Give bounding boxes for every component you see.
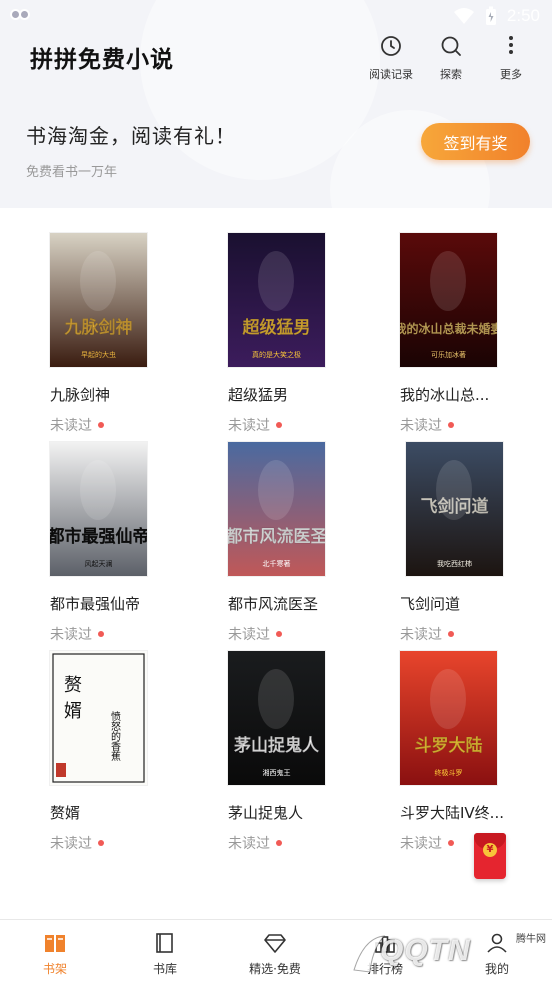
unread-dot-icon — [98, 422, 104, 428]
svg-text:湘西鬼王: 湘西鬼王 — [263, 768, 291, 777]
more-button[interactable]: 更多 — [488, 34, 534, 82]
book-title: 超级猛男 — [228, 386, 289, 404]
svg-text:终极斗罗: 终极斗罗 — [435, 768, 463, 777]
unread-dot-icon — [448, 422, 454, 428]
unread-dot-icon — [98, 840, 104, 846]
book-status-label: 未读过 — [400, 418, 442, 434]
ranking-icon — [375, 936, 395, 953]
reading-history-button[interactable]: 阅读记录 — [368, 34, 414, 82]
tab-bookshelf[interactable]: 书架 — [5, 920, 105, 981]
tab-ranking[interactable]: 排行榜 — [335, 920, 435, 981]
svg-text:真的是大笑之极: 真的是大笑之极 — [252, 350, 301, 359]
book-cover[interactable]: 飞剑问道我吃西红柿 — [406, 442, 503, 576]
bookshelf-icon — [45, 935, 65, 952]
unread-dot-icon — [276, 840, 282, 846]
unread-dot-icon — [276, 631, 282, 637]
status-bar: 2:50 — [0, 0, 552, 32]
book-title: 都市最强仙帝 — [50, 595, 141, 613]
book-read-status: 未读过 — [228, 624, 282, 644]
book-cover[interactable]: 我的冰山总裁未婚妻可乐加冰著 — [400, 233, 497, 367]
svg-text:九脉剑神: 九脉剑神 — [64, 317, 133, 338]
promo-title: 书海淘金，阅读有礼！ — [26, 124, 236, 148]
tab-library-label: 书库 — [152, 962, 177, 976]
search-icon — [441, 36, 461, 56]
diamond-icon — [264, 934, 286, 953]
book-read-status: 未读过 — [50, 415, 104, 435]
unread-dot-icon — [448, 631, 454, 637]
more-vertical-icon — [509, 36, 513, 54]
svg-text:我的冰山总裁未婚妻: 我的冰山总裁未婚妻 — [400, 321, 497, 336]
tab-ranking-label: 排行榜 — [366, 962, 403, 976]
svg-text:婿: 婿 — [64, 701, 82, 722]
app-title: 拼拼免费小说 — [30, 46, 174, 73]
book-cover[interactable]: 都市风流医圣北千寒著 — [228, 442, 325, 576]
svg-text:超级猛男: 超级猛男 — [243, 317, 311, 338]
book-cover[interactable]: 茅山捉鬼人 湘西鬼王 — [228, 651, 325, 785]
book-status-label: 未读过 — [228, 418, 270, 434]
book-status-label: 未读过 — [400, 836, 442, 852]
book-read-status: 未读过 — [50, 833, 104, 853]
wifi-icon — [453, 8, 474, 24]
book-status-label: 未读过 — [228, 836, 270, 852]
book-title: 赘婿 — [50, 804, 81, 822]
svg-text:茅山捉鬼人: 茅山捉鬼人 — [234, 735, 320, 756]
notification-icon — [10, 9, 32, 21]
book-title: 茅山捉鬼人 — [228, 804, 304, 822]
profile-icon — [487, 933, 507, 953]
svg-text:可乐加冰著: 可乐加冰著 — [431, 350, 466, 359]
unread-dot-icon — [98, 631, 104, 637]
more-label: 更多 — [500, 68, 522, 81]
tab-library[interactable]: 书库 — [115, 920, 215, 981]
library-book-icon — [156, 933, 173, 953]
book-read-status: 未读过 — [228, 415, 282, 435]
sign-in-reward-button[interactable]: 签到有奖 — [421, 123, 530, 160]
book-status-label: 未读过 — [50, 418, 92, 434]
tab-profile[interactable]: 我的 — [447, 920, 547, 981]
tab-bookshelf-label: 书架 — [42, 962, 67, 976]
explore-label: 探索 — [440, 68, 462, 81]
promo-subtitle: 免费看书一万年 — [26, 165, 118, 180]
reading-history-label: 阅读记录 — [369, 68, 413, 81]
book-cover[interactable]: 赘婿 愤怒的香蕉 — [50, 651, 147, 785]
book-status-label: 未读过 — [228, 627, 270, 643]
svg-text:风起天澜: 风起天澜 — [85, 559, 113, 568]
book-read-status: 未读过 — [228, 833, 282, 853]
explore-button[interactable]: 探索 — [428, 34, 474, 82]
book-title: 九脉剑神 — [50, 386, 111, 404]
book-title: 都市风流医圣 — [228, 595, 319, 613]
book-read-status: 未读过 — [50, 624, 104, 644]
red-packet-icon[interactable]: ¥ — [474, 833, 506, 879]
book-cover[interactable]: 九脉剑神 早起的大虫 — [50, 233, 147, 367]
tab-profile-label: 我的 — [484, 962, 509, 976]
book-cover[interactable]: 超级猛男真的是大笑之极 — [228, 233, 325, 367]
book-read-status: 未读过 — [400, 415, 454, 435]
book-cover[interactable]: 都市最强仙帝风起天澜 — [50, 442, 147, 576]
book-status-label: 未读过 — [50, 836, 92, 852]
svg-text:斗罗大陆: 斗罗大陆 — [415, 735, 483, 756]
svg-text:我吃西红柿: 我吃西红柿 — [437, 559, 472, 568]
clock-icon — [381, 36, 401, 56]
svg-text:都市风流医圣: 都市风流医圣 — [228, 526, 325, 547]
book-title: 斗罗大陆IV终... — [400, 804, 504, 822]
book-title: 飞剑问道 — [400, 595, 461, 613]
book-read-status: 未读过 — [400, 833, 454, 853]
svg-text:赘: 赘 — [64, 675, 82, 696]
bottom-tab-bar: 书架 书库 精选·免费 排行榜 我的 — [0, 919, 552, 981]
battery-icon — [485, 6, 496, 25]
status-time: 2:50 — [506, 6, 540, 25]
svg-text:愤怒的香蕉: 愤怒的香蕉 — [109, 711, 121, 762]
svg-text:早起的大虫: 早起的大虫 — [81, 350, 116, 359]
top-actions: 阅读记录 探索 更多 — [368, 34, 534, 82]
svg-text:北千寒著: 北千寒著 — [263, 559, 291, 568]
book-status-label: 未读过 — [400, 627, 442, 643]
tab-featured-free-label: 精选·免费 — [249, 962, 301, 976]
tab-featured-free[interactable]: 精选·免费 — [225, 920, 325, 981]
book-read-status: 未读过 — [400, 624, 454, 644]
unread-dot-icon — [276, 422, 282, 428]
unread-dot-icon — [448, 840, 454, 846]
svg-text:都市最强仙帝: 都市最强仙帝 — [50, 526, 147, 547]
book-cover[interactable]: 斗罗大陆 终极斗罗 — [400, 651, 497, 785]
book-title: 我的冰山总... — [400, 386, 490, 404]
book-status-label: 未读过 — [50, 627, 92, 643]
